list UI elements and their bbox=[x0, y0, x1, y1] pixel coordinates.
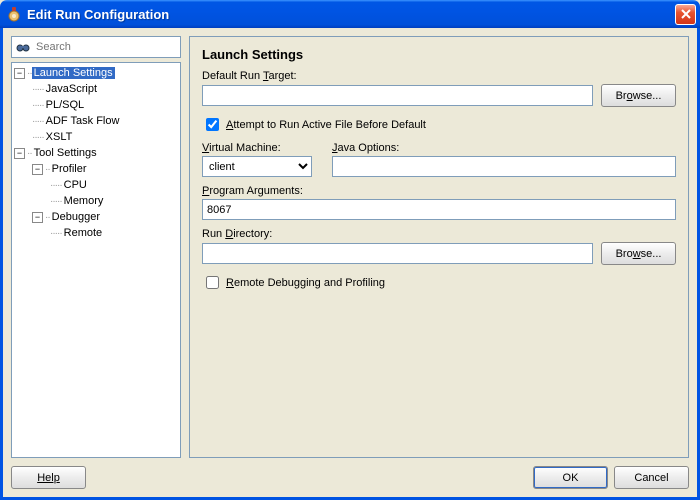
virtual-machine-label: Virtual Machine: bbox=[202, 142, 312, 154]
run-directory-input[interactable] bbox=[202, 243, 593, 264]
binoculars-icon bbox=[16, 40, 30, 54]
cancel-button[interactable]: Cancel bbox=[614, 466, 689, 489]
program-arguments-label: Program Arguments: bbox=[202, 185, 676, 197]
tree-item-tool-settings[interactable]: Tool Settings bbox=[32, 147, 99, 159]
button-bar: Help OK Cancel bbox=[11, 458, 689, 489]
tree-toggle[interactable]: − bbox=[32, 164, 43, 175]
virtual-machine-select[interactable]: client bbox=[202, 156, 312, 177]
attempt-run-checkbox[interactable] bbox=[206, 118, 219, 131]
attempt-run-label: Attempt to Run Active File Before Defaul… bbox=[226, 119, 426, 131]
tree-item-memory[interactable]: Memory bbox=[62, 195, 106, 207]
tree-item-adf-task-flow[interactable]: ADF Task Flow bbox=[44, 115, 122, 127]
default-run-target-label: Default Run Target: bbox=[202, 70, 676, 82]
program-arguments-input[interactable] bbox=[202, 199, 676, 220]
tree-item-xslt[interactable]: XSLT bbox=[44, 131, 75, 143]
tree-toggle[interactable]: − bbox=[14, 68, 25, 79]
ok-button[interactable]: OK bbox=[533, 466, 608, 489]
tree-toggle[interactable]: − bbox=[32, 212, 43, 223]
remote-debugging-checkbox[interactable] bbox=[206, 276, 219, 289]
window-title: Edit Run Configuration bbox=[27, 7, 675, 22]
java-options-label: Java Options: bbox=[332, 142, 676, 154]
tree-item-debugger[interactable]: Debugger bbox=[50, 211, 102, 223]
tree-item-cpu[interactable]: CPU bbox=[62, 179, 89, 191]
window-body: −··Launch Settings ·····JavaScript ·····… bbox=[0, 28, 700, 500]
tree-toggle[interactable]: − bbox=[14, 148, 25, 159]
panel-title: Launch Settings bbox=[202, 47, 676, 62]
remote-debugging-label: Remote Debugging and Profiling bbox=[226, 277, 385, 289]
browse-target-button[interactable]: Browse... bbox=[601, 84, 676, 107]
default-run-target-input[interactable] bbox=[202, 85, 593, 106]
app-icon bbox=[6, 6, 22, 22]
tree-item-plsql[interactable]: PL/SQL bbox=[44, 99, 87, 111]
java-options-input[interactable] bbox=[332, 156, 676, 177]
help-button[interactable]: Help bbox=[11, 466, 86, 489]
browse-directory-button[interactable]: Browse... bbox=[601, 242, 676, 265]
settings-panel: Launch Settings Default Run Target: Brow… bbox=[189, 36, 689, 458]
tree-item-launch-settings[interactable]: Launch Settings bbox=[32, 67, 115, 79]
search-input[interactable] bbox=[34, 40, 180, 54]
nav-tree: −··Launch Settings ·····JavaScript ·····… bbox=[11, 62, 181, 458]
tree-item-javascript[interactable]: JavaScript bbox=[44, 83, 99, 95]
tree-item-profiler[interactable]: Profiler bbox=[50, 163, 89, 175]
close-button[interactable] bbox=[675, 4, 696, 25]
search-box[interactable] bbox=[11, 36, 181, 58]
tree-item-remote[interactable]: Remote bbox=[62, 227, 105, 239]
sidebar: −··Launch Settings ·····JavaScript ·····… bbox=[11, 36, 181, 458]
title-bar: Edit Run Configuration bbox=[0, 0, 700, 28]
run-directory-label: Run Directory: bbox=[202, 228, 676, 240]
